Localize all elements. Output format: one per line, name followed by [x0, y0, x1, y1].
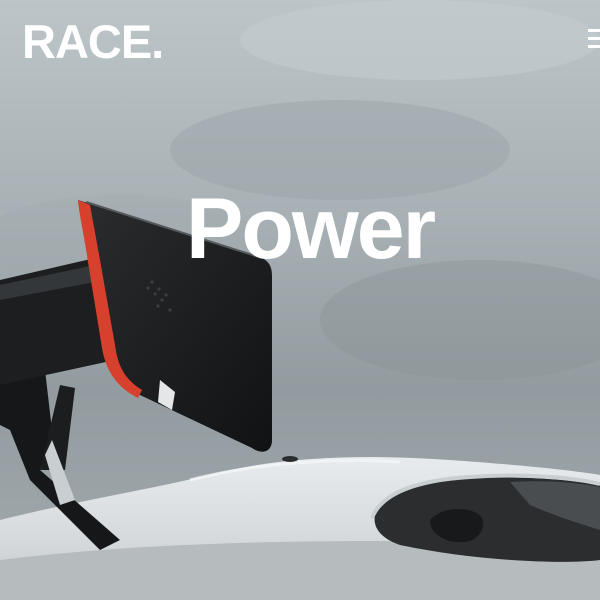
menu-bar — [588, 37, 600, 40]
menu-bar — [588, 29, 600, 32]
endplate-hole — [146, 286, 150, 290]
endplate-hole — [164, 293, 168, 297]
endplate-hole — [160, 298, 164, 302]
hero-section: RACE. Power — [0, 0, 600, 600]
roof-antenna — [282, 456, 298, 462]
menu-bar — [588, 45, 600, 48]
endplate-hole — [150, 280, 154, 284]
hero-background-image — [0, 0, 600, 600]
endplate-hole — [153, 292, 157, 296]
logo[interactable]: RACE. — [22, 18, 164, 65]
endplate-hole — [157, 287, 161, 291]
hero-headline: Power — [186, 181, 436, 277]
endplate-hole — [168, 308, 172, 312]
cloud — [240, 0, 600, 80]
hamburger-menu-icon[interactable] — [586, 27, 600, 51]
endplate-hole — [156, 304, 160, 308]
